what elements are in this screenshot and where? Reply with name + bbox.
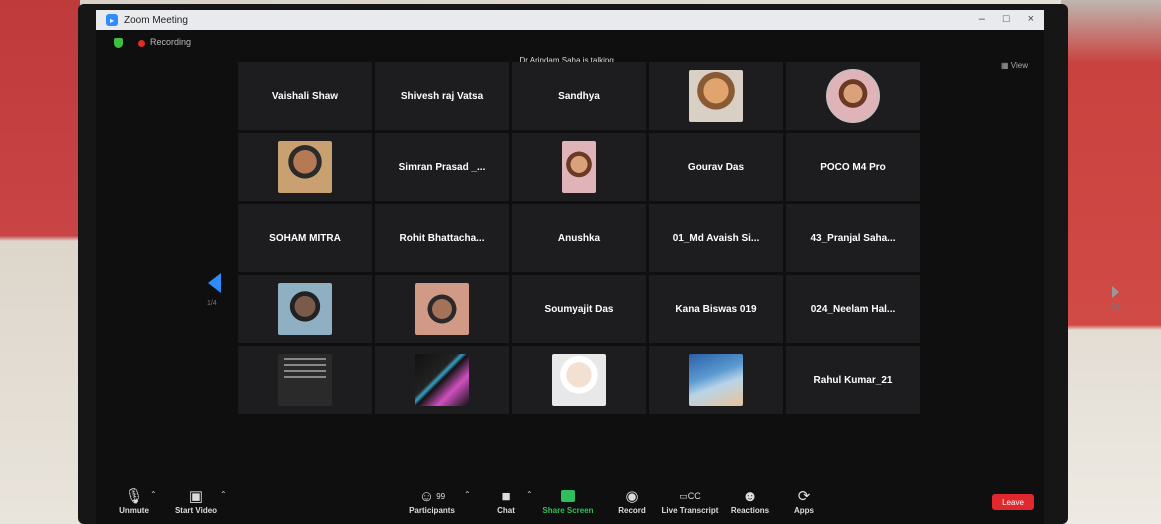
participant-tile[interactable]: 43_Pranjal Saha... — [786, 204, 920, 272]
participant-name: Sandhya — [558, 90, 600, 102]
participant-tile[interactable]: 024_Neelam Hal... — [786, 275, 920, 343]
participant-tile[interactable]: Vaishali Shaw — [238, 62, 372, 130]
record-icon: ◉ — [625, 488, 639, 505]
participant-tile[interactable]: Rahul Kumar_21 — [786, 346, 920, 414]
title-bar: ▸ Zoom Meeting – □ × — [96, 10, 1044, 30]
participant-name: Shivesh raj Vatsa — [400, 90, 484, 102]
participant-tile[interactable]: 01_Md Avaish Si... — [649, 204, 783, 272]
desk-background-right — [1061, 0, 1161, 524]
participant-tile[interactable]: SOHAM MITRA — [238, 204, 372, 272]
window-title: Zoom Meeting — [124, 14, 188, 26]
chat-label: Chat — [497, 506, 515, 515]
desk-background-left — [0, 0, 80, 524]
start-video-label: Start Video — [174, 506, 218, 515]
face-icon — [415, 283, 469, 335]
participant-tile[interactable]: Sandhya — [512, 62, 646, 130]
participant-tile[interactable] — [375, 346, 509, 414]
landscape-icon — [689, 354, 743, 406]
face-icon — [689, 70, 743, 122]
recording-dot-icon — [138, 40, 145, 47]
record-label: Record — [618, 506, 646, 515]
face-icon — [278, 283, 332, 335]
shield-icon[interactable] — [114, 38, 123, 48]
participant-tile[interactable]: POCO M4 Pro — [786, 133, 920, 201]
participant-tile[interactable] — [649, 62, 783, 130]
face-round-icon — [826, 69, 880, 123]
meeting-topbar: Recording Dr Arindam Saha is talking... … — [96, 30, 1044, 70]
reactions-label: Reactions — [730, 506, 770, 515]
apps-label: Apps — [794, 506, 814, 515]
document-icon — [278, 354, 332, 406]
participant-tile[interactable] — [649, 346, 783, 414]
participant-name: Soumyajit Das — [544, 303, 614, 315]
view-button[interactable]: ▦ View — [1001, 61, 1028, 70]
participant-name: Anushka — [557, 232, 601, 244]
participant-name: 01_Md Avaish Si... — [672, 232, 760, 244]
live-transcript-label: Live Transcript — [661, 506, 719, 515]
participant-name: Kana Biswas 019 — [675, 303, 757, 315]
participant-tile[interactable]: Anushka — [512, 204, 646, 272]
page-indicator-left: 1/4 — [207, 300, 217, 307]
leave-label: Leave — [1002, 497, 1024, 507]
participant-tile[interactable] — [238, 346, 372, 414]
apps-button[interactable]: ⟳ Apps — [766, 486, 842, 515]
face-icon — [278, 141, 332, 193]
participant-name: Rahul Kumar_21 — [813, 374, 893, 386]
participant-name: 024_Neelam Hal... — [810, 303, 896, 315]
closed-caption-icon: ▭CC — [679, 490, 701, 501]
view-label: View — [1010, 61, 1028, 70]
maximize-icon[interactable]: □ — [1003, 13, 1010, 25]
participant-name: Vaishali Shaw — [271, 90, 339, 102]
participant-name: Gourav Das — [687, 161, 745, 173]
face-icon — [562, 141, 596, 193]
zoom-logo-icon: ▸ — [106, 14, 118, 26]
participant-tile[interactable] — [512, 346, 646, 414]
participant-tile[interactable] — [238, 133, 372, 201]
participants-icon: ☺ 99 — [418, 487, 446, 505]
participant-tile[interactable] — [375, 275, 509, 343]
participant-name: Rohit Bhattacha... — [399, 232, 485, 244]
next-page-arrow-icon[interactable] — [1112, 286, 1119, 298]
participant-tile[interactable]: Kana Biswas 019 — [649, 275, 783, 343]
leave-button[interactable]: Leave — [992, 494, 1034, 510]
apps-icon: ⟳ — [797, 488, 811, 505]
participant-tile[interactable]: Shivesh raj Vatsa — [375, 62, 509, 130]
unmute-label: Unmute — [119, 506, 149, 515]
participant-tile[interactable] — [512, 133, 646, 201]
art-icon — [415, 354, 469, 406]
participants-count: 99 — [436, 491, 446, 501]
gallery-grid: Vaishali Shaw Shivesh raj Vatsa Sandhya … — [238, 62, 920, 414]
participant-tile[interactable] — [238, 275, 372, 343]
minimize-icon[interactable]: – — [979, 13, 985, 25]
participant-name: 43_Pranjal Saha... — [810, 232, 896, 244]
recording-label: Recording — [150, 37, 192, 47]
participant-tile[interactable] — [786, 62, 920, 130]
reactions-icon: ☻ — [742, 487, 758, 505]
participant-tile[interactable]: Gourav Das — [649, 133, 783, 201]
participant-tile[interactable]: Rohit Bhattacha... — [375, 204, 509, 272]
participants-button[interactable]: ☺ 99 Participants — [394, 486, 470, 516]
video-off-icon: ▣ — [188, 488, 204, 505]
participant-tile[interactable]: Soumyajit Das — [512, 275, 646, 343]
share-screen-label: Share Screen — [542, 506, 594, 515]
window-controls: – □ × — [979, 13, 1034, 25]
video-options-chevron-icon[interactable]: ⌃ — [220, 490, 227, 499]
participants-label: Participants — [409, 506, 455, 515]
participant-name: Simran Prasad _... — [398, 161, 486, 173]
participant-name: POCO M4 Pro — [820, 161, 886, 173]
close-icon[interactable]: × — [1028, 13, 1034, 25]
meeting-toolbar: 🎙 Unmute ⌃ ▣ Start Video ⌃ ☺ 99 Participa… — [96, 486, 1044, 524]
share-screen-icon — [561, 486, 575, 506]
anime-icon — [552, 354, 606, 406]
previous-page-arrow-icon[interactable] — [208, 273, 221, 293]
chat-icon: ■ — [501, 487, 511, 505]
participant-name: SOHAM MITRA — [269, 232, 341, 244]
audio-options-chevron-icon[interactable]: ⌃ — [150, 490, 157, 499]
page-indicator-right: 1/4 — [1110, 304, 1120, 311]
zoom-window: ▸ Zoom Meeting – □ × Recording Dr Arinda… — [96, 10, 1120, 524]
microphone-muted-icon: 🎙 — [124, 488, 144, 505]
participant-tile[interactable]: Simran Prasad _... — [375, 133, 509, 201]
